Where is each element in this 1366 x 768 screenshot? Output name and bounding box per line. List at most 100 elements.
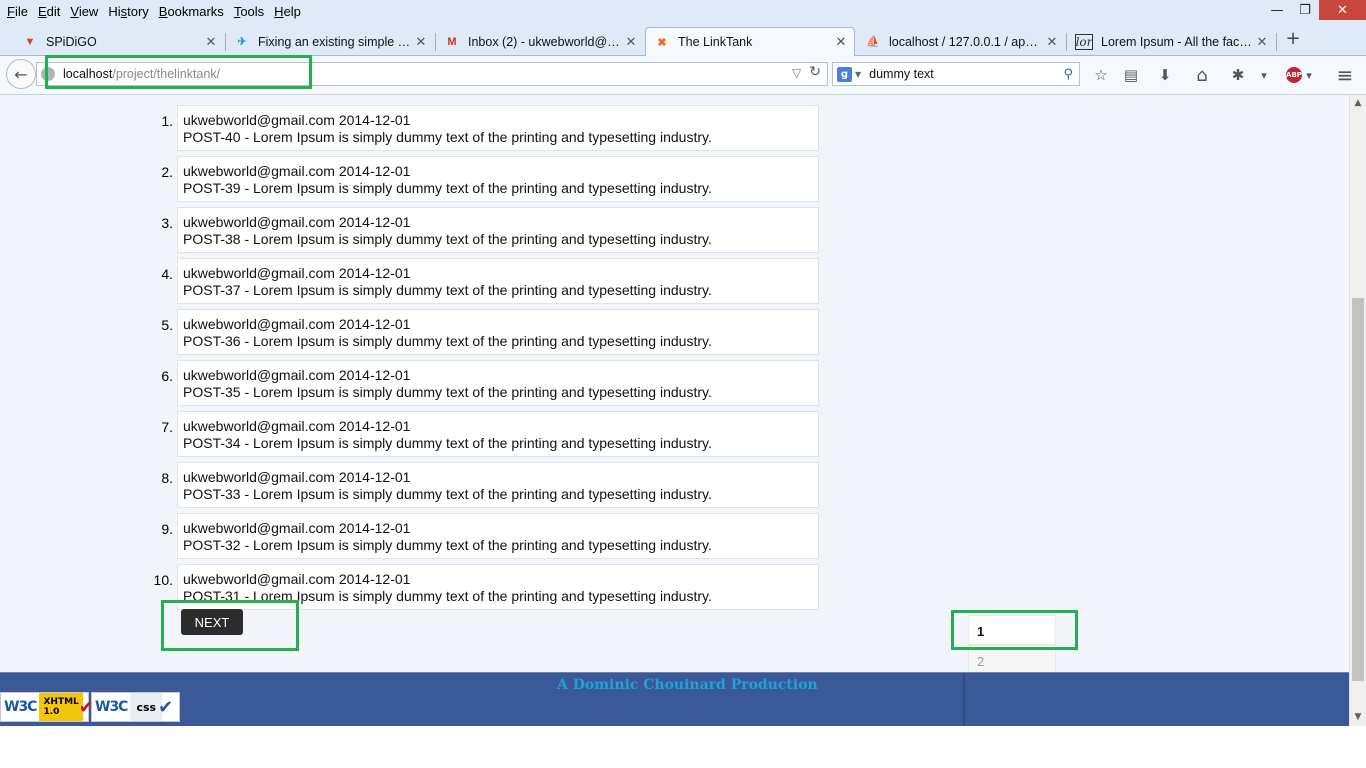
- minimize-button[interactable]: —: [1263, 0, 1291, 20]
- open-menu-icon[interactable]: ≡: [1335, 63, 1355, 87]
- tab-title: Inbox (2) - ukwebworld@g...: [468, 34, 622, 49]
- list-item: 2. ukwebworld@gmail.com 2014-12-01 POST-3…: [150, 156, 830, 207]
- tab-title: localhost / 127.0.0.1 / apna...: [889, 34, 1043, 49]
- list-item: 6. ukwebworld@gmail.com 2014-12-01 POST-3…: [150, 360, 830, 411]
- tab-lorem-ipsum[interactable]: lor Lorem Ipsum - All the facts... ✕: [1067, 27, 1275, 56]
- search-engine-dropdown-icon[interactable]: ▼: [855, 70, 861, 79]
- w3c-logo: W3C: [4, 699, 37, 715]
- close-tab-icon[interactable]: ✕: [1253, 34, 1271, 50]
- menu-bar: File Edit View History Bookmarks Tools H…: [0, 0, 1366, 22]
- search-bar[interactable]: g ▼ dummy text ⚲: [832, 62, 1080, 86]
- post-author: ukwebworld@gmail.com: [183, 214, 335, 230]
- tab-the-linktank[interactable]: ✖ The LinkTank ✕: [645, 27, 855, 56]
- post-date: 2014-12-01: [338, 367, 411, 383]
- menu-tools[interactable]: Tools: [229, 4, 269, 19]
- list-number: 2.: [161, 164, 173, 180]
- post-title[interactable]: POST-35 - Lorem Ipsum is simply dummy te…: [183, 384, 712, 400]
- post-title[interactable]: POST-38 - Lorem Ipsum is simply dummy te…: [183, 231, 712, 247]
- tab-fixing-an-existing[interactable]: ✈ Fixing an existing simple p... ✕: [226, 27, 434, 56]
- scrollbar-thumb[interactable]: [1352, 298, 1364, 681]
- post-card[interactable]: ukwebworld@gmail.com 2014-12-01 POST-34 -…: [177, 411, 819, 457]
- post-card[interactable]: ukwebworld@gmail.com 2014-12-01 POST-36 -…: [177, 309, 819, 355]
- badge-label: XHTML 1.0: [39, 693, 83, 721]
- restore-button[interactable]: ❐: [1291, 0, 1319, 20]
- scroll-down-icon[interactable]: ▼: [1350, 709, 1366, 726]
- close-tab-icon[interactable]: ✕: [1043, 34, 1061, 50]
- list-item: 1. ukwebworld@gmail.com 2014-12-01 POST-4…: [150, 105, 830, 156]
- post-card[interactable]: ukwebworld@gmail.com 2014-12-01 POST-40 -…: [177, 105, 819, 151]
- phpmyadmin-icon: ⛵: [866, 36, 880, 48]
- list-item: 7. ukwebworld@gmail.com 2014-12-01 POST-3…: [150, 411, 830, 462]
- post-title[interactable]: POST-37 - Lorem Ipsum is simply dummy te…: [183, 282, 712, 298]
- list-item: 9. ukwebworld@gmail.com 2014-12-01 POST-3…: [150, 513, 830, 564]
- post-title[interactable]: POST-34 - Lorem Ipsum is simply dummy te…: [183, 435, 712, 451]
- search-input[interactable]: dummy text: [869, 67, 1063, 81]
- back-button[interactable]: ←: [6, 59, 36, 89]
- post-title[interactable]: POST-39 - Lorem Ipsum is simply dummy te…: [183, 180, 712, 196]
- menu-file[interactable]: File: [2, 4, 33, 19]
- post-author: ukwebworld@gmail.com: [183, 571, 335, 587]
- close-tab-icon[interactable]: ✕: [622, 34, 640, 50]
- reload-icon[interactable]: ↻: [809, 64, 821, 80]
- downloads-icon[interactable]: ⬇: [1155, 65, 1175, 85]
- menu-help[interactable]: Help: [269, 4, 306, 19]
- url-bar-controls: ▽ ↻: [792, 64, 821, 80]
- w3c-xhtml-badge[interactable]: W3C XHTML 1.0 ✔: [0, 692, 94, 722]
- post-author: ukwebworld@gmail.com: [183, 520, 335, 536]
- home-icon[interactable]: ⌂: [1192, 65, 1212, 86]
- back-arrow-icon: ←: [14, 64, 28, 84]
- tab-title: The LinkTank: [678, 35, 753, 49]
- tab-title: Fixing an existing simple p...: [258, 34, 412, 49]
- post-card[interactable]: ukwebworld@gmail.com 2014-12-01 POST-35 -…: [177, 360, 819, 406]
- bookmarks-menu-icon[interactable]: ▤: [1121, 65, 1141, 85]
- post-date: 2014-12-01: [338, 265, 411, 281]
- checkmark-icon: ✔: [158, 696, 174, 718]
- scroll-up-icon[interactable]: ▲: [1350, 95, 1366, 112]
- highlight-box-pager: [951, 610, 1078, 650]
- extension-icon[interactable]: ✱: [1228, 65, 1248, 85]
- post-card[interactable]: ukwebworld@gmail.com 2014-12-01 POST-37 -…: [177, 258, 819, 304]
- xampp-icon: ✖: [657, 36, 667, 49]
- post-card[interactable]: ukwebworld@gmail.com 2014-12-01 POST-39 -…: [177, 156, 819, 202]
- post-card[interactable]: ukwebworld@gmail.com 2014-12-01 POST-33 -…: [177, 462, 819, 508]
- menu-view[interactable]: View: [65, 4, 103, 19]
- post-title[interactable]: POST-40 - Lorem Ipsum is simply dummy te…: [183, 129, 712, 145]
- close-tab-icon[interactable]: ✕: [202, 34, 220, 50]
- menu-edit[interactable]: Edit: [33, 4, 65, 19]
- tab-separator: [1276, 33, 1277, 51]
- post-list: 1. ukwebworld@gmail.com 2014-12-01 POST-4…: [150, 105, 830, 615]
- tab-inbox[interactable]: M Inbox (2) - ukwebworld@g... ✕: [436, 27, 644, 56]
- list-item: 8. ukwebworld@gmail.com 2014-12-01 POST-3…: [150, 462, 830, 513]
- list-number: 9.: [161, 521, 173, 537]
- menu-history[interactable]: History: [103, 4, 153, 19]
- post-author: ukwebworld@gmail.com: [183, 265, 335, 281]
- tab-phpmyadmin[interactable]: ⛵ localhost / 127.0.0.1 / apna... ✕: [857, 27, 1065, 56]
- vertical-scrollbar[interactable]: ▲ ▼: [1349, 95, 1366, 726]
- tab-spidigo[interactable]: ▼ SPiDiGO ✕: [14, 27, 224, 56]
- window-controls: — ❐ ✕: [1263, 0, 1366, 20]
- list-number: 5.: [161, 317, 173, 333]
- post-card[interactable]: ukwebworld@gmail.com 2014-12-01 POST-38 -…: [177, 207, 819, 253]
- post-author: ukwebworld@gmail.com: [183, 316, 335, 332]
- adblock-dropdown-icon[interactable]: ▾: [1299, 65, 1319, 85]
- menu-bookmarks[interactable]: Bookmarks: [154, 4, 229, 19]
- post-author: ukwebworld@gmail.com: [183, 469, 335, 485]
- bookmark-star-icon[interactable]: ☆: [1091, 65, 1111, 85]
- post-title[interactable]: POST-32 - Lorem Ipsum is simply dummy te…: [183, 537, 712, 553]
- post-date: 2014-12-01: [338, 112, 411, 128]
- close-window-button[interactable]: ✕: [1319, 0, 1366, 20]
- extension-dropdown-icon[interactable]: ▾: [1254, 65, 1274, 85]
- list-item: 4. ukwebworld@gmail.com 2014-12-01 POST-3…: [150, 258, 830, 309]
- google-search-engine-icon[interactable]: g: [837, 66, 852, 82]
- url-history-dropdown-icon[interactable]: ▽: [792, 66, 801, 80]
- post-title[interactable]: POST-36 - Lorem Ipsum is simply dummy te…: [183, 333, 712, 349]
- lorem-ipsum-icon: lor: [1075, 33, 1093, 50]
- close-tab-icon[interactable]: ✕: [832, 34, 850, 50]
- close-tab-icon[interactable]: ✕: [412, 34, 430, 50]
- search-go-icon[interactable]: ⚲: [1063, 67, 1073, 82]
- w3c-css-badge[interactable]: W3C css ✔: [91, 692, 180, 722]
- post-title[interactable]: POST-33 - Lorem Ipsum is simply dummy te…: [183, 486, 712, 502]
- list-number: 10.: [153, 572, 173, 588]
- new-tab-button[interactable]: +: [1281, 27, 1305, 51]
- post-card[interactable]: ukwebworld@gmail.com 2014-12-01 POST-32 -…: [177, 513, 819, 559]
